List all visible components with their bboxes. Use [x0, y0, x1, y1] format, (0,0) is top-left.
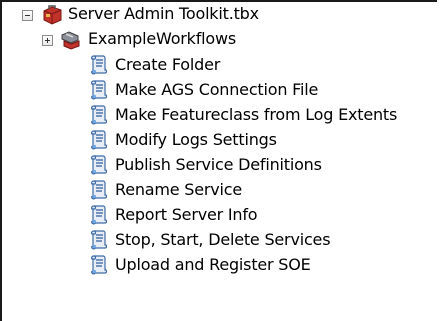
script-tool-icon [88, 203, 110, 225]
script-tool-icon [88, 153, 110, 175]
toolset-label[interactable]: ExampleWorkflows [88, 29, 236, 49]
plus-icon-v [47, 38, 48, 43]
script-tool-icon [88, 178, 110, 200]
toolbox-label[interactable]: Server Admin Toolkit.tbx [68, 4, 259, 24]
tool-make-featureclass-from-log-extents[interactable]: Make Featureclass from Log Extents [115, 105, 397, 125]
tool-report-server-info[interactable]: Report Server Info [115, 205, 258, 225]
toolbox-icon [40, 3, 64, 25]
toolset-icon [59, 29, 83, 51]
collapse-toggle-toolbox[interactable] [22, 10, 33, 21]
catalog-tree-panel: Server Admin Toolkit.tbx ExampleWorkflow… [0, 0, 437, 321]
tool-stop-start-delete-services[interactable]: Stop, Start, Delete Services [115, 230, 331, 250]
script-tool-icon [88, 253, 110, 275]
script-tool-icon [88, 103, 110, 125]
tool-create-folder[interactable]: Create Folder [115, 55, 220, 75]
script-tool-icon [88, 228, 110, 250]
script-tool-icon [88, 128, 110, 150]
script-tool-icon [88, 53, 110, 75]
tool-make-ags-connection-file[interactable]: Make AGS Connection File [115, 80, 318, 100]
tool-modify-logs-settings[interactable]: Modify Logs Settings [115, 130, 277, 150]
tool-upload-and-register-soe[interactable]: Upload and Register SOE [115, 255, 311, 275]
tool-publish-service-definitions[interactable]: Publish Service Definitions [115, 155, 322, 175]
minus-icon [25, 15, 30, 16]
expand-toggle-toolset[interactable] [42, 35, 53, 46]
tool-rename-service[interactable]: Rename Service [115, 180, 242, 200]
script-tool-icon [88, 78, 110, 100]
